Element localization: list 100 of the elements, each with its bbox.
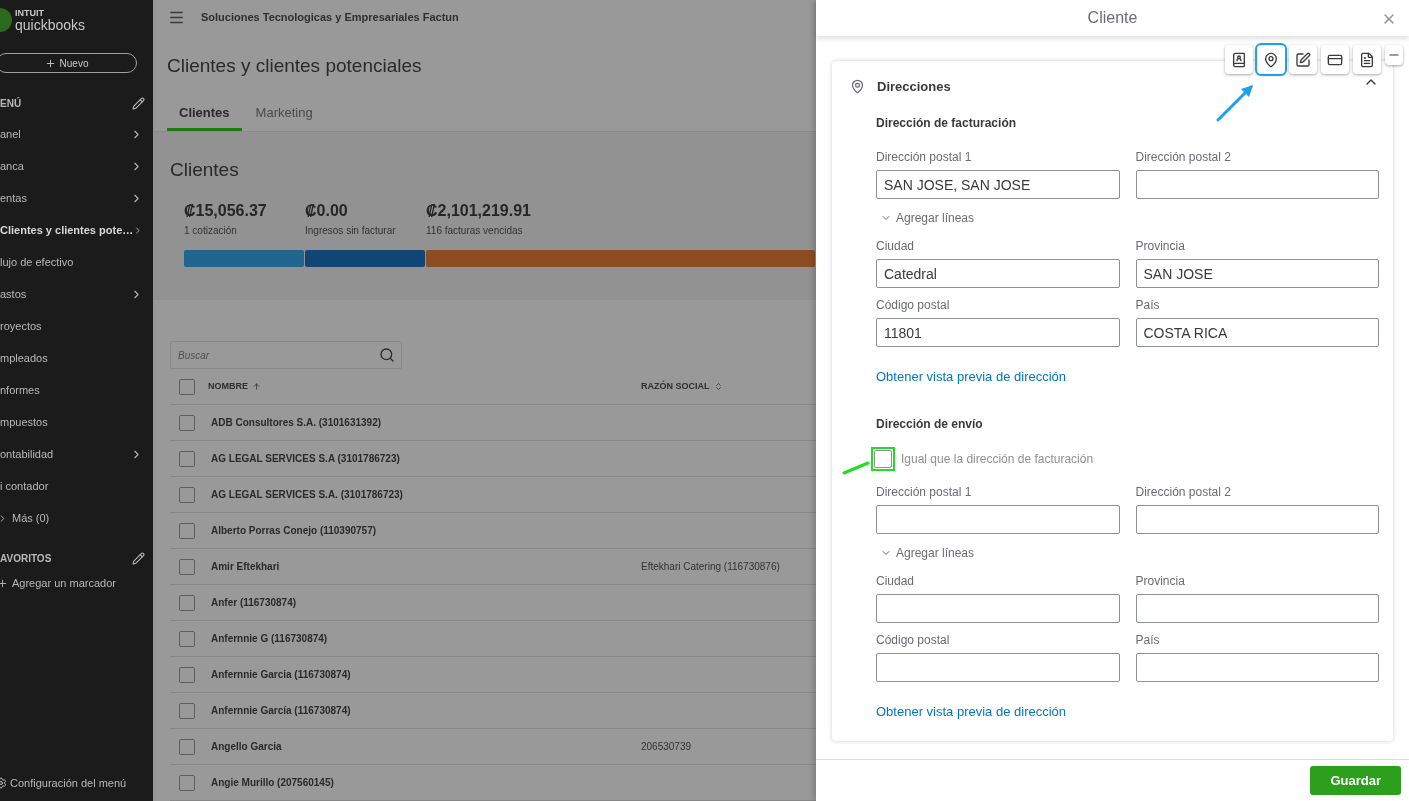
row-checkbox[interactable] bbox=[179, 630, 195, 647]
customer-name[interactable]: AG LEGAL SERVICES S.A (3101786723) bbox=[211, 451, 641, 466]
sidebar-item[interactable]: mpleados bbox=[0, 342, 153, 374]
text-field[interactable]: SAN JOSE bbox=[1135, 259, 1379, 289]
row-checkbox[interactable] bbox=[179, 666, 195, 683]
field-label: Dirección postal 2 bbox=[1135, 483, 1232, 501]
add-lines-toggle[interactable]: Agregar líneas bbox=[880, 209, 1379, 228]
customer-name[interactable]: Alberto Porras Conejo (110390757) bbox=[211, 523, 641, 538]
text-field[interactable] bbox=[876, 593, 1120, 623]
toolbar-button[interactable] bbox=[1257, 45, 1285, 74]
summary-amount: ₡0.00 bbox=[305, 201, 349, 221]
favorites-heading: AVORITOS bbox=[0, 551, 52, 566]
edit-icon[interactable] bbox=[132, 551, 145, 565]
toolbar-button[interactable] bbox=[1353, 45, 1381, 74]
logo-wordmark: quickbooks bbox=[15, 17, 86, 32]
summary-label: Ingresos sin facturar bbox=[305, 224, 397, 238]
summary-label: 116 facturas vencidas bbox=[426, 224, 524, 238]
field-label: País bbox=[1135, 297, 1161, 315]
company-name-cell-text: 206530739 bbox=[641, 740, 692, 754]
preview-address-link[interactable]: Obtener vista previa de dirección bbox=[876, 701, 1379, 722]
menu-heading: ENÚ bbox=[0, 96, 22, 111]
text-field[interactable] bbox=[876, 652, 1120, 682]
sidebar-item[interactable]: lujo de efectivo bbox=[0, 246, 153, 278]
sidebar-item[interactable]: entas bbox=[0, 182, 153, 214]
sidebar-item[interactable]: nformes bbox=[0, 374, 153, 406]
text-field[interactable] bbox=[1135, 504, 1379, 534]
plus-icon bbox=[0, 577, 8, 589]
search-icon bbox=[379, 347, 395, 363]
column-header[interactable]: NOMBRE bbox=[208, 379, 641, 394]
menu-settings-item[interactable]: Configuración del menú bbox=[0, 766, 153, 800]
text-field[interactable]: SAN JOSE, SAN JOSE bbox=[876, 170, 1120, 200]
text-field[interactable] bbox=[1135, 170, 1379, 200]
checkbox[interactable] bbox=[179, 378, 195, 395]
row-checkbox[interactable] bbox=[179, 774, 195, 791]
location-pin-icon bbox=[850, 78, 865, 94]
panel-title: Cliente bbox=[1087, 7, 1138, 28]
customer-name[interactable]: Amir Eftekhari bbox=[211, 559, 641, 574]
summary-amount: ₡2,101,219.91 bbox=[426, 201, 532, 221]
customer-name[interactable]: Anfernnie G (116730874) bbox=[211, 631, 641, 646]
row-checkbox[interactable] bbox=[179, 558, 195, 575]
row-checkbox[interactable] bbox=[179, 486, 195, 503]
row-checkbox[interactable] bbox=[179, 414, 195, 431]
address-book-icon bbox=[1231, 51, 1247, 68]
customer-name[interactable]: AG LEGAL SERVICES S.A. (3101786723) bbox=[211, 487, 641, 502]
summary-amount: ₡15,056.37 bbox=[184, 201, 268, 221]
toolbar-button[interactable] bbox=[1225, 45, 1253, 74]
edit-icon bbox=[1295, 51, 1311, 68]
field-label: Provincia bbox=[1135, 572, 1186, 590]
logo-wordmark-top: INTUIT bbox=[15, 8, 45, 18]
row-checkbox[interactable] bbox=[179, 738, 195, 755]
customer-name[interactable]: ADB Consultores S.A. (3101631392) bbox=[211, 415, 641, 430]
text-field[interactable] bbox=[1135, 593, 1379, 623]
text-field[interactable]: COSTA RICA bbox=[1135, 318, 1379, 348]
sidebar-item[interactable]: Clientes y clientes pote… bbox=[0, 214, 153, 246]
field-label: Provincia bbox=[1135, 238, 1186, 256]
field-label: Ciudad bbox=[876, 238, 916, 256]
checkbox-label: Igual que la dirección de facturación bbox=[901, 450, 1094, 468]
more-item[interactable]: Más (0) bbox=[0, 502, 153, 534]
text-field[interactable]: 11801 bbox=[876, 318, 1120, 348]
preview-address-link[interactable]: Obtener vista previa de dirección bbox=[876, 367, 1379, 387]
sidebar-item[interactable]: royectos bbox=[0, 310, 153, 342]
toolbar-button[interactable] bbox=[1289, 45, 1317, 74]
sidebar-item[interactable]: mpuestos bbox=[0, 406, 153, 438]
text-field[interactable]: Catedral bbox=[876, 259, 1120, 289]
sidebar-item[interactable]: i contador bbox=[0, 470, 153, 502]
sidebar-item[interactable]: ontabilidad bbox=[0, 438, 153, 470]
toolbar-button[interactable] bbox=[1321, 45, 1349, 74]
edit-icon[interactable] bbox=[132, 96, 145, 110]
row-checkbox[interactable] bbox=[179, 702, 195, 719]
text-field[interactable] bbox=[876, 504, 1120, 534]
customer-name[interactable]: Anfernnie Garcia (116730874) bbox=[211, 667, 641, 682]
field-label: Dirección postal 1 bbox=[876, 149, 973, 167]
document-icon bbox=[1359, 51, 1375, 68]
row-checkbox[interactable] bbox=[179, 594, 195, 611]
location-pin-icon bbox=[1263, 51, 1279, 68]
add-lines-toggle[interactable]: Agregar líneas bbox=[880, 543, 1379, 562]
field-label: Dirección postal 2 bbox=[1135, 149, 1232, 167]
text-field[interactable] bbox=[1135, 652, 1379, 682]
customer-name[interactable]: Angello Garcia bbox=[211, 739, 641, 754]
column-header[interactable]: RAZÓN SOCIAL bbox=[641, 379, 723, 394]
field-label: Ciudad bbox=[876, 572, 916, 590]
company-name-cell-text: Eftekhari Catering (116730876) bbox=[641, 560, 780, 574]
field-label: Código postal bbox=[876, 297, 951, 315]
search-field[interactable]: Buscar bbox=[170, 341, 402, 369]
field-label: País bbox=[1135, 631, 1161, 649]
sidebar-item[interactable]: anca bbox=[0, 150, 153, 182]
card-title: Direcciones bbox=[877, 77, 951, 96]
section-title: Clientes bbox=[170, 158, 240, 183]
section-heading: Dirección de facturación bbox=[876, 115, 1018, 133]
sidebar-item[interactable]: astos bbox=[0, 278, 153, 310]
customer-name[interactable]: Angie Murillo (207560145) bbox=[211, 775, 641, 790]
field-label: Dirección postal 1 bbox=[876, 483, 973, 501]
customer-name[interactable]: Anfer (116730874) bbox=[211, 595, 641, 610]
section-heading: Dirección de envío bbox=[876, 415, 984, 433]
row-checkbox[interactable] bbox=[179, 450, 195, 467]
add-bookmark-item[interactable]: Agregar un marcador bbox=[0, 569, 153, 597]
chevron-right-icon bbox=[0, 512, 8, 524]
customer-name[interactable]: Anfernnie García (116730874) bbox=[211, 703, 641, 718]
sidebar-item[interactable]: anel bbox=[0, 118, 153, 150]
row-checkbox[interactable] bbox=[179, 522, 195, 539]
